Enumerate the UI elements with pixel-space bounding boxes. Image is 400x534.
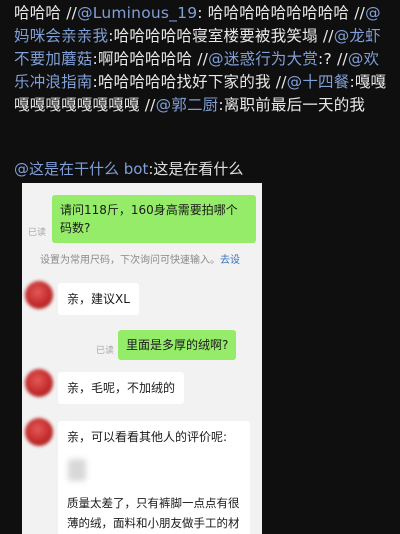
seller-reply-reviews: 亲，可以看看其他人的评价呢: 质量太差了，只有裤脚一点点有很 薄的绒，面料和小朋… [58, 421, 250, 534]
seller-avatar [25, 281, 53, 309]
review-quote: 质量太差了，只有裤脚一点点有很 薄的绒，面料和小朋友做手工的材 [67, 493, 240, 533]
msg1-line2: 码数? [60, 221, 91, 235]
seller-reply-no-fleece: 亲，毛呢，不加绒的 [58, 372, 185, 404]
seller-reply-xl: 亲，建议XL [58, 283, 139, 315]
msg1-line1: 请问118斤，160身高需要拍哪个 [60, 203, 238, 217]
customer-message-size: 请问118斤，160身高需要拍哪个 码数? [52, 195, 256, 243]
comment-line: @这是在干什么 bot:这是在看什么 [14, 158, 243, 179]
seller-avatar [25, 418, 53, 446]
seller-avatar [25, 369, 53, 397]
customer-message-fleece: 里面是多厚的绒啊? [118, 330, 237, 360]
size-tip-text: 设置为常用尺码，下次询问可快速输入。 [40, 255, 220, 266]
repost-text: : 哈哈哈哈哈哈哈哈哈 // [197, 4, 366, 22]
user-mention[interactable]: @迷惑行为大赏 [208, 50, 318, 68]
review-line2: 薄的绒，面料和小朋友做手工的材 [67, 516, 240, 530]
size-tip-link[interactable]: 去设 [220, 255, 240, 266]
weibo-repost-chain: 哈哈哈 //@Luminous_19: 哈哈哈哈哈哈哈哈哈 //@妈咪会亲亲我:… [14, 2, 392, 117]
chat-screenshot: 请问118斤，160身高需要拍哪个 码数? 已读 设置为常用尺码，下次询问可快速… [22, 183, 262, 534]
read-status: 已读 [96, 346, 115, 356]
user-mention[interactable]: @郭二厨 [156, 96, 219, 114]
user-mention[interactable]: @十四餐 [287, 73, 350, 91]
repost-text: :啊哈哈哈哈哈 // [92, 50, 209, 68]
repost-text: :离职前最后一天的我 [218, 96, 366, 114]
reply3-text: 亲，可以看看其他人的评价呢: [67, 430, 228, 444]
repost-text: :哈哈哈哈哈找好下家的我 // [92, 73, 287, 91]
comment-mention[interactable]: @这是在干什么 bot [14, 160, 148, 178]
repost-text: 哈哈哈 // [14, 4, 78, 22]
read-status: 已读 [28, 228, 47, 238]
user-mention[interactable]: @Luminous_19 [77, 4, 197, 22]
repost-text: :? // [318, 50, 348, 68]
blurred-username [68, 459, 86, 481]
size-tip: 设置为常用尺码，下次询问可快速输入。去设 [40, 251, 240, 266]
repost-text: :哈哈哈哈哈寝室楼要被我笑塌 // [108, 27, 334, 45]
review-line1: 质量太差了，只有裤脚一点点有很 [67, 496, 240, 510]
comment-text: :这是在看什么 [148, 160, 244, 178]
